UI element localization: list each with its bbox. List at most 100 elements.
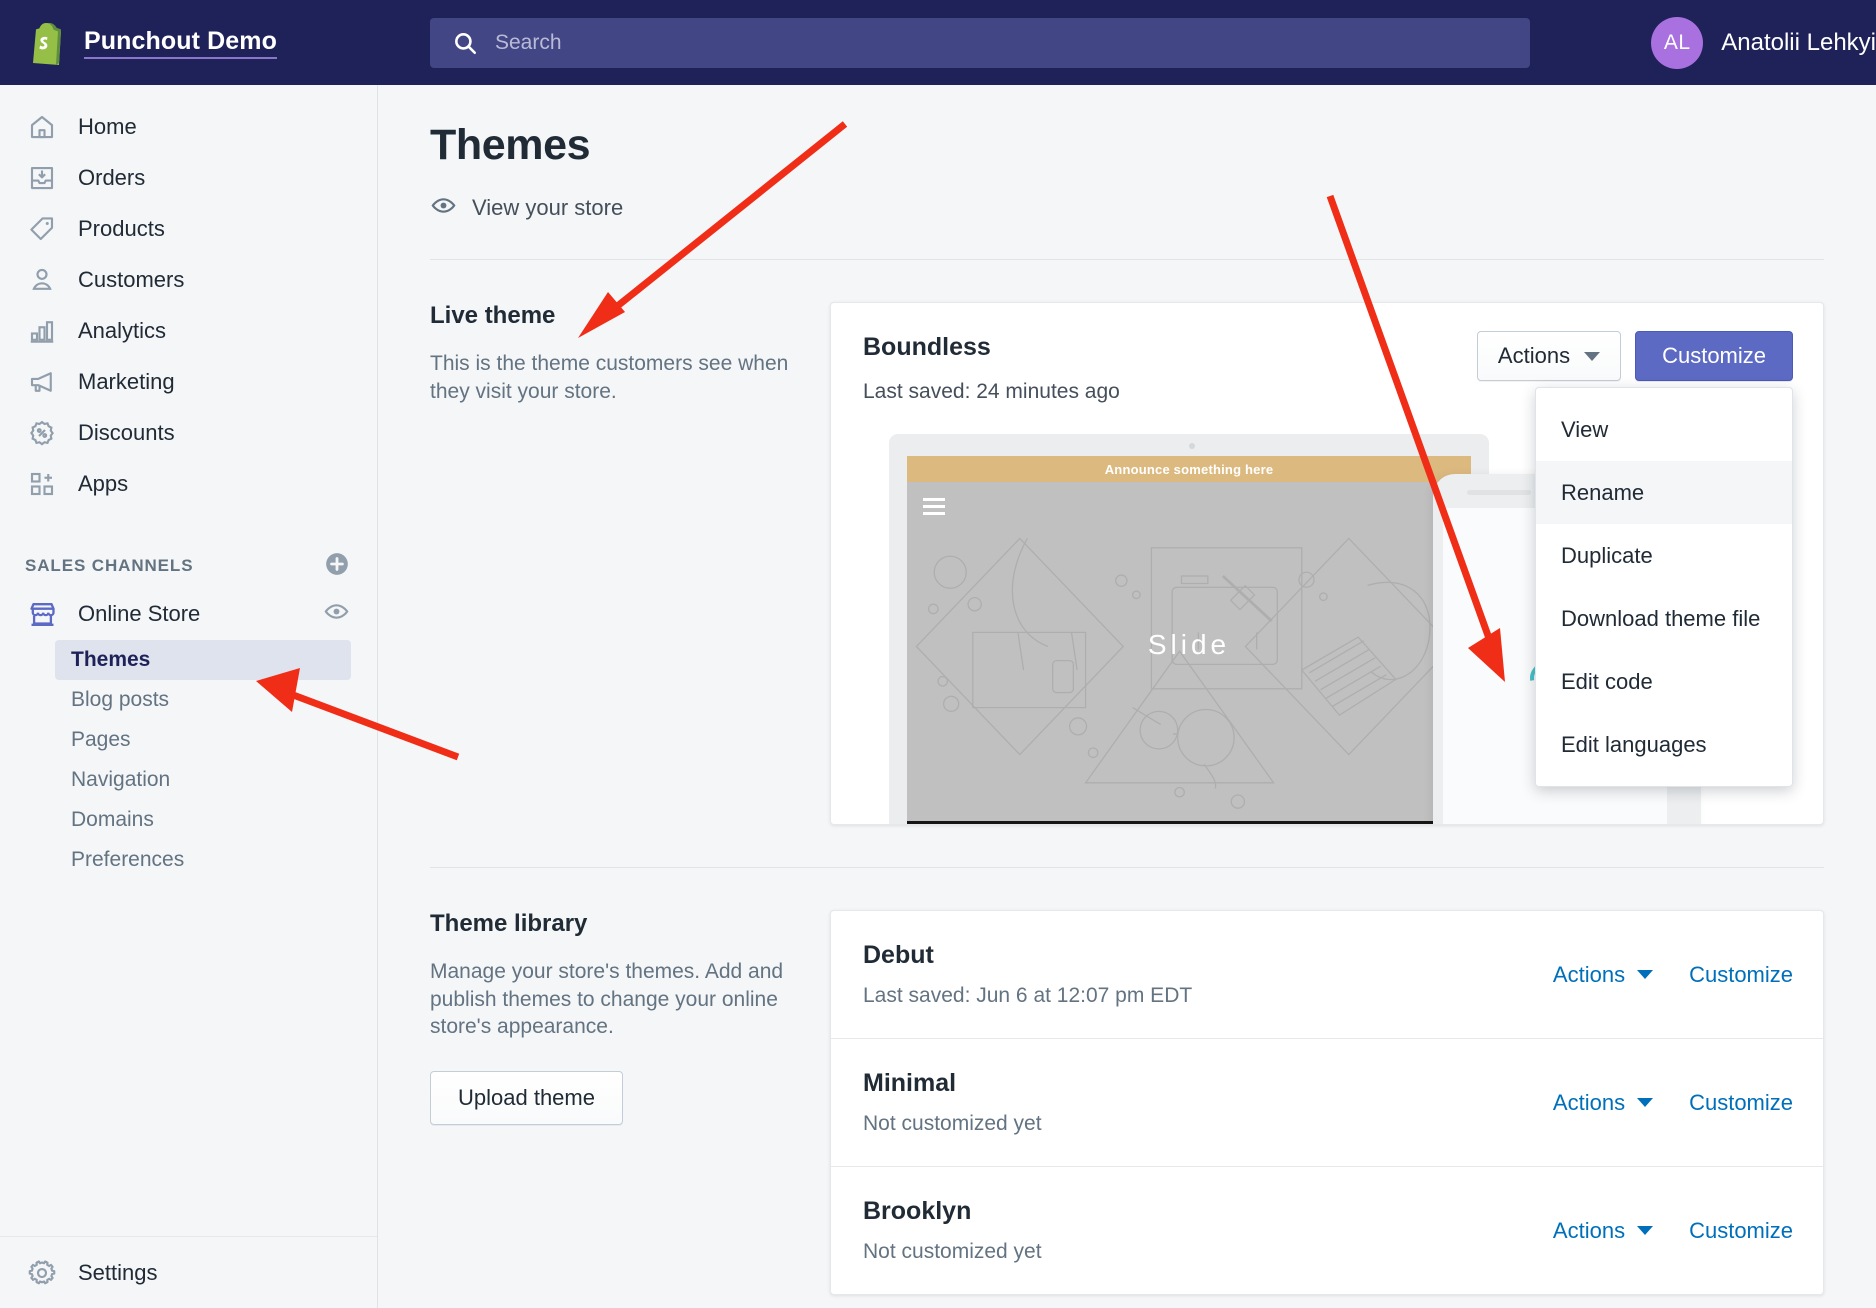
home-icon (25, 110, 59, 144)
row-actions: Actions Customize (1553, 962, 1793, 988)
chevron-down-icon (1637, 1098, 1654, 1107)
section-divider-2 (430, 867, 1824, 868)
sales-channels-title: SALES CHANNELS (25, 556, 194, 575)
sidebar-item-customers[interactable]: Customers (0, 254, 377, 305)
view-store-label: View your store (472, 195, 624, 220)
actions-link-label: Actions (1552, 961, 1626, 987)
plus-circle-icon[interactable] (324, 551, 350, 582)
sidebar-item-marketing[interactable]: Marketing (0, 356, 377, 407)
analytics-bars-icon (25, 314, 59, 348)
sidebar-item-discounts[interactable]: Discounts (0, 407, 377, 458)
search-bar[interactable] (430, 17, 1530, 68)
announcement-bar: Announce something here (907, 456, 1471, 482)
sidebar-item-navigation[interactable]: Navigation (55, 760, 351, 800)
top-bar: Punchout Demo AL Anatolii Lehkyi (0, 0, 1876, 85)
camera-dot-icon (1189, 443, 1195, 449)
sidebar-item-label: Customers (78, 266, 185, 292)
theme-meta: Last saved: Jun 6 at 12:07 pm EDT (863, 984, 1193, 1007)
sidebar-item-blog-posts[interactable]: Blog posts (55, 680, 351, 720)
sidebar-item-products[interactable]: Products (0, 203, 377, 254)
menu-item-label: Edit languages (1561, 731, 1707, 757)
sidebar-item-domains[interactable]: Domains (55, 800, 351, 840)
live-theme-heading: Live theme (430, 302, 556, 329)
menu-item-label: Download theme file (1561, 605, 1761, 631)
search-icon (452, 30, 478, 56)
search-input[interactable] (495, 30, 1508, 55)
sidebar-item-home[interactable]: Home (0, 101, 377, 152)
settings-label: Settings (78, 1259, 158, 1285)
storefront-icon (25, 597, 59, 631)
chevron-down-icon (1637, 970, 1654, 979)
shopify-bag-icon (26, 21, 66, 65)
customize-link[interactable]: Customize (1689, 962, 1793, 988)
customize-link[interactable]: Customize (1689, 1218, 1793, 1244)
sidebar-item-orders[interactable]: Orders (0, 152, 377, 203)
actions-link[interactable]: Actions (1552, 1089, 1654, 1116)
customize-link[interactable]: Customize (1689, 1090, 1793, 1116)
menu-item-label: Rename (1561, 479, 1645, 505)
sidebar-item-label: Preferences (71, 848, 185, 871)
desktop-preview-frame: Announce something here Slide (889, 434, 1489, 824)
row-actions: Actions Customize (1553, 1090, 1793, 1116)
brand-name: Punchout Demo (84, 27, 277, 59)
menu-item-edit-languages[interactable]: Edit languages (1536, 713, 1792, 776)
sales-channels-header: SALES CHANNELS (0, 544, 377, 588)
actions-button[interactable]: Actions (1476, 331, 1622, 381)
menu-item-view[interactable]: View (1536, 398, 1792, 461)
sidebar-item-themes[interactable]: Themes (55, 640, 351, 680)
customize-button[interactable]: Customize (1635, 331, 1793, 381)
view-your-store-link[interactable]: View your store (430, 192, 1876, 224)
primary-nav: Home Orders Products Customers Analytics… (0, 85, 377, 509)
eye-icon[interactable] (323, 598, 350, 630)
actions-link[interactable]: Actions (1553, 1218, 1654, 1244)
menu-item-duplicate[interactable]: Duplicate (1536, 524, 1792, 587)
user-name: Anatolii Lehkyi (1721, 28, 1876, 56)
actions-button-label: Actions (1497, 343, 1571, 368)
speaker-icon (1467, 490, 1531, 495)
gear-icon (25, 1256, 59, 1290)
sidebar-item-label: Blog posts (71, 688, 170, 711)
actions-link-label: Actions (1552, 1089, 1626, 1115)
brand-area[interactable]: Punchout Demo (0, 21, 378, 65)
upload-theme-label: Upload theme (458, 1085, 595, 1111)
sidebar-item-apps[interactable]: Apps (0, 458, 377, 509)
chevron-down-icon (1637, 1226, 1654, 1235)
menu-item-download-theme-file[interactable]: Download theme file (1536, 587, 1792, 650)
orders-inbox-icon (25, 161, 59, 195)
slide-label: Slide (1147, 629, 1231, 660)
menu-item-rename[interactable]: Rename (1536, 461, 1792, 524)
online-store-subnav: Themes Blog posts Pages Navigation Domai… (0, 640, 377, 880)
user-menu[interactable]: AL Anatolii Lehkyi (1651, 0, 1876, 85)
sidebar-item-preferences[interactable]: Preferences (55, 840, 351, 880)
sidebar-item-label: Navigation (71, 768, 171, 791)
sidebar-item-pages[interactable]: Pages (55, 720, 351, 760)
theme-meta: Not customized yet (863, 1240, 1042, 1263)
preview-footer-bar (907, 821, 1471, 824)
marketing-megaphone-icon (25, 365, 59, 399)
sidebar-item-label: Analytics (78, 317, 167, 343)
menu-item-label: View (1561, 416, 1609, 442)
theme-library-description: Theme library Manage your store's themes… (430, 910, 830, 1295)
actions-link[interactable]: Actions (1552, 961, 1654, 988)
product-tag-icon (25, 212, 59, 246)
discount-percent-icon (25, 416, 59, 450)
sidebar: Home Orders Products Customers Analytics… (0, 85, 378, 1308)
sidebar-item-analytics[interactable]: Analytics (0, 305, 377, 356)
menu-item-edit-code[interactable]: Edit code (1536, 650, 1792, 713)
sidebar-item-label: Apps (78, 470, 129, 496)
upload-theme-button[interactable]: Upload theme (430, 1071, 623, 1126)
table-row: Brooklyn Not customized yet Actions Cust… (831, 1166, 1823, 1294)
sidebar-item-label: Orders (78, 164, 146, 190)
section-divider (430, 259, 1824, 260)
menu-item-label: Duplicate (1561, 542, 1653, 568)
sidebar-item-online-store[interactable]: Online Store (0, 588, 377, 640)
live-theme-section: Live theme This is the theme customers s… (430, 302, 1824, 825)
theme-library-body: Manage your store's themes. Add and publ… (430, 960, 784, 1039)
main-content: Themes View your store Live theme This i… (378, 85, 1876, 1308)
sidebar-item-settings[interactable]: Settings (0, 1236, 377, 1308)
sidebar-item-label: Discounts (78, 419, 175, 445)
channel-label: Online Store (78, 601, 201, 626)
sidebar-item-label: Themes (71, 648, 151, 671)
apps-grid-plus-icon (25, 467, 59, 501)
live-theme-description: Live theme This is the theme customers s… (430, 302, 830, 825)
